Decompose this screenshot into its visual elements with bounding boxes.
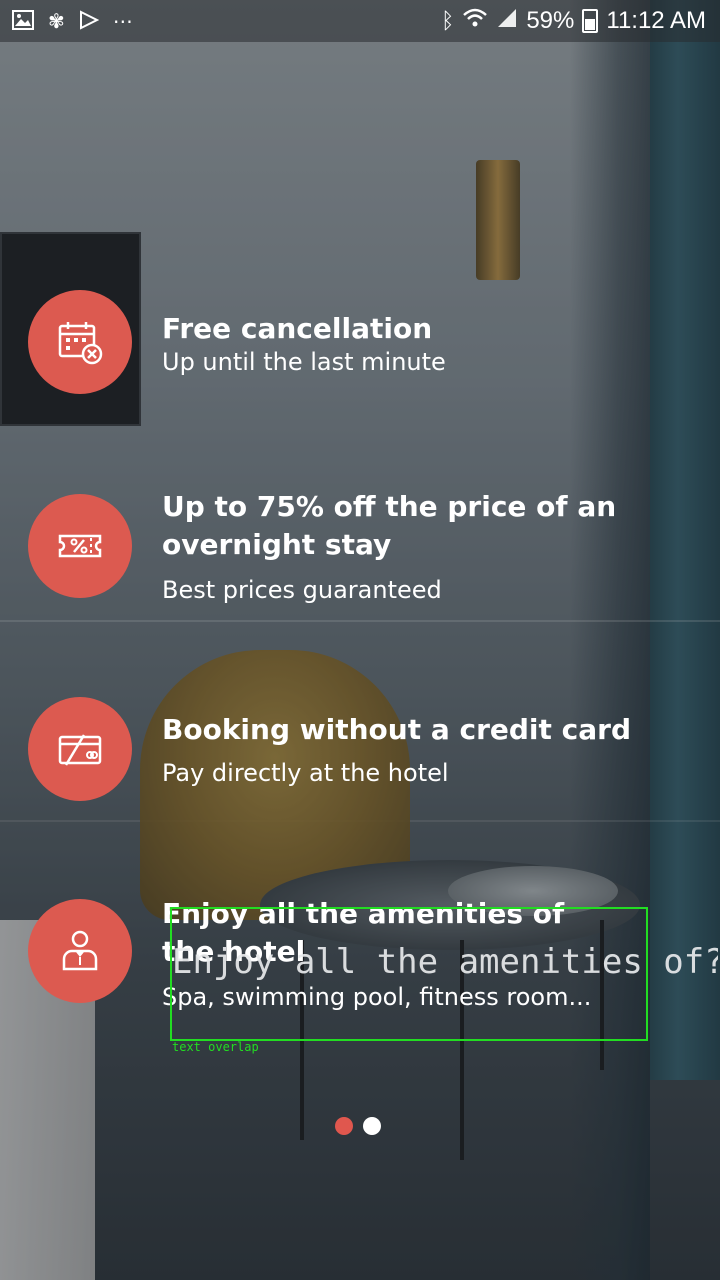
fan-icon: ✾ (48, 9, 65, 33)
overlap-debug-box (170, 907, 648, 1041)
clock: 11:12 AM (606, 7, 706, 34)
feature-title: Up to 75% off the price of an overnight … (162, 490, 617, 561)
calendar-cancel-icon (28, 290, 132, 394)
page-dot-1[interactable] (335, 1117, 353, 1135)
feature-subtitle: Up until the last minute (162, 348, 446, 376)
battery-percent: 59% (526, 7, 575, 34)
feature-subtitle: Best prices guaranteed (162, 576, 442, 604)
play-store-icon (79, 9, 100, 33)
page-indicator[interactable] (335, 1117, 381, 1135)
background-photo (0, 0, 720, 1280)
feature-title: Booking without a credit card (162, 713, 631, 746)
feature-title: Free cancellation (162, 312, 433, 345)
feature-subtitle: Pay directly at the hotel (162, 759, 449, 787)
more-icon: ⋯ (112, 9, 133, 33)
bluetooth-icon: ᛒ (441, 8, 455, 33)
status-bar: ✾ ⋯ ᛒ 59% 11:12 AM (0, 0, 720, 42)
battery-icon (582, 9, 599, 33)
image-icon (12, 9, 34, 33)
discount-ticket-icon (28, 494, 132, 598)
no-credit-card-icon (28, 697, 132, 801)
overlap-debug-label: text overlap (172, 1040, 259, 1054)
page-dot-2[interactable] (363, 1117, 381, 1135)
wifi-icon (462, 7, 488, 36)
signal-icon (496, 7, 518, 36)
concierge-icon (28, 899, 132, 1003)
